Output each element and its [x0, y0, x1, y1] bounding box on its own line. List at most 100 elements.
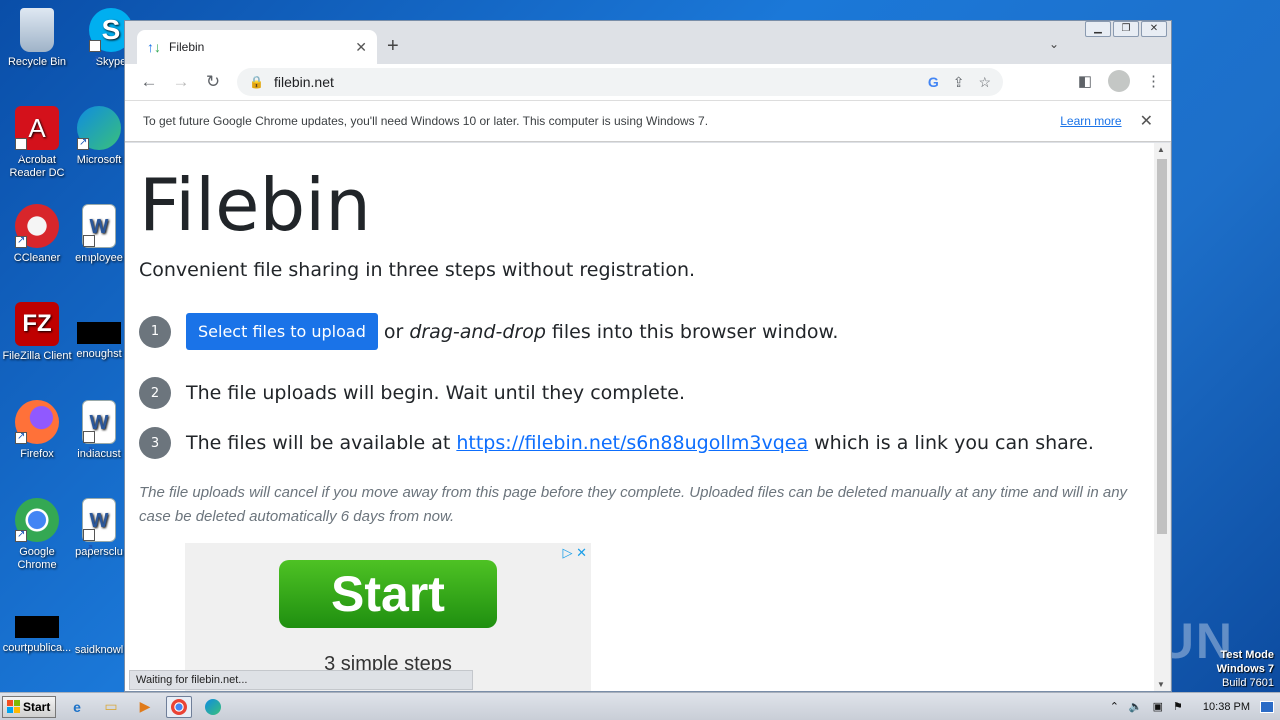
step-text: which is a link you can share.: [814, 432, 1094, 454]
close-window-button[interactable]: ✕: [1141, 21, 1167, 37]
infobar-message: To get future Google Chrome updates, you…: [143, 114, 709, 128]
step-text: or: [383, 320, 404, 343]
ccleaner-icon: [15, 204, 59, 248]
chrome-icon: [15, 498, 59, 542]
desktop-icon-chrome[interactable]: Google Chrome: [2, 498, 72, 572]
bookmark-star-icon[interactable]: ☆: [978, 74, 991, 91]
show-hidden-icons-chevron-icon[interactable]: ⌃: [1110, 700, 1119, 713]
profile-avatar-icon[interactable]: [1108, 70, 1130, 92]
restore-button[interactable]: ❐: [1113, 21, 1139, 37]
address-bar[interactable]: 🔒 filebin.net G ⇪ ☆: [237, 68, 1003, 96]
clock[interactable]: 10:38 PM: [1203, 701, 1250, 713]
test-mode-notice: Test Mode Windows 7 Build 7601: [1217, 648, 1274, 690]
lock-icon[interactable]: 🔒: [249, 75, 264, 89]
scrollbar-thumb[interactable]: [1157, 159, 1167, 534]
page-subtitle: Convenient file sharing in three steps w…: [139, 259, 696, 281]
share-icon[interactable]: ⇪: [953, 74, 965, 91]
close-tab-icon[interactable]: ✕: [355, 39, 367, 56]
advertisement[interactable]: ▷ ✕ Start 3 simple steps: [185, 543, 591, 691]
scroll-up-arrow-icon[interactable]: ▲: [1157, 145, 1165, 154]
step-1: 1 Select files to upload or drag-and-dro…: [139, 313, 838, 350]
step-number-badge: 3: [139, 427, 171, 459]
taskbar: Start e ▭ ▶ ⌃ 🔈 ▣ ⚑ 10:38 PM: [0, 692, 1280, 720]
desktop-icon-label: employee: [75, 252, 123, 264]
word-document-icon: W: [82, 400, 116, 473]
ad-start-button[interactable]: Start: [279, 560, 497, 628]
step-emphasis: drag-and-drop: [409, 320, 546, 343]
page-content: Filebin Convenient file sharing in three…: [125, 143, 1155, 691]
tab-title: Filebin: [169, 40, 205, 54]
browser-window: ▁ ❐ ✕ ↑↓ Filebin ✕ + ⌄ ← → ↻ 🔒 filebin.n…: [124, 20, 1172, 692]
adchoices-close-icon[interactable]: ▷ ✕: [562, 545, 587, 561]
desktop-icon-label: Skype: [95, 56, 127, 68]
black-file-icon: [77, 322, 121, 344]
share-link[interactable]: https://filebin.net/s6n88ugollm3vqea: [456, 432, 808, 454]
desktop-icon-courtpublica[interactable]: courtpublica...: [2, 596, 72, 655]
edge-icon: [77, 106, 121, 150]
vertical-scrollbar[interactable]: ▲ ▼: [1154, 143, 1170, 691]
scroll-down-arrow-icon[interactable]: ▼: [1157, 680, 1165, 689]
recycle-bin-icon: [20, 8, 54, 52]
upload-note: The file uploads will cancel if you move…: [139, 484, 1128, 525]
google-translate-icon[interactable]: G: [928, 74, 939, 90]
desktop-icon-label: Google Chrome: [17, 546, 57, 571]
status-bubble: Waiting for filebin.net...: [129, 670, 473, 690]
window-controls: ▁ ❐ ✕: [1085, 21, 1167, 37]
desktop-icon-label: indiacust: [77, 448, 121, 460]
show-desktop-button[interactable]: [1260, 700, 1274, 713]
build-line: Build 7601: [1222, 677, 1274, 689]
word-document-icon: W: [82, 204, 116, 277]
file-explorer-icon[interactable]: ▭: [98, 696, 124, 718]
tab-filebin[interactable]: ↑↓ Filebin ✕: [137, 30, 377, 64]
forward-button[interactable]: →: [165, 72, 197, 92]
step-3: 3 The files will be available at https:/…: [139, 427, 1094, 459]
black-file-icon: [15, 616, 59, 638]
system-tray: ⌃ 🔈 ▣ ⚑ 10:38 PM: [1110, 700, 1280, 713]
desktop-icon-label: Microsoft: [76, 154, 122, 166]
menu-kebab-icon[interactable]: ⋮: [1146, 72, 1161, 90]
learn-more-link[interactable]: Learn more: [1060, 114, 1121, 128]
filebin-favicon-icon: ↑↓: [147, 39, 161, 55]
step-text: The files will be available at: [186, 432, 451, 454]
blank-file-icon: [77, 596, 121, 640]
desktop-icon-label: papersclu: [75, 546, 123, 558]
firefox-icon: [15, 400, 59, 444]
tab-search-chevron-down-icon[interactable]: ⌄: [1049, 37, 1059, 51]
minimize-button[interactable]: ▁: [1085, 21, 1111, 37]
chrome-taskbar-icon[interactable]: [166, 695, 192, 718]
step-text: The file uploads will begin. Wait until …: [186, 382, 685, 404]
start-button[interactable]: Start: [2, 695, 56, 718]
filezilla-icon: FZ: [15, 302, 59, 346]
select-files-button[interactable]: Select files to upload: [186, 313, 378, 350]
close-infobar-icon[interactable]: ✕: [1140, 111, 1153, 131]
new-tab-button[interactable]: +: [387, 35, 399, 58]
desktop-icon-firefox[interactable]: Firefox: [2, 400, 72, 461]
desktop-icon-label: CCleaner: [13, 252, 61, 264]
step-number-badge: 1: [139, 315, 171, 348]
edge-taskbar-icon[interactable]: [200, 696, 226, 718]
step-2: 2 The file uploads will begin. Wait unti…: [139, 377, 685, 409]
back-button[interactable]: ←: [133, 72, 165, 92]
desktop-icon-label: Firefox: [20, 448, 54, 460]
test-mode-line: Test Mode: [1220, 649, 1274, 661]
desktop-icon-filezilla[interactable]: FZ FileZilla Client: [2, 302, 72, 363]
desktop-icon-acrobat[interactable]: A Acrobat Reader DC: [2, 106, 72, 180]
volume-icon[interactable]: 🔈: [1129, 700, 1143, 713]
browser-toolbar: ← → ↻ 🔒 filebin.net G ⇪ ☆ ◧ ⋮: [125, 64, 1171, 100]
media-player-icon[interactable]: ▶: [132, 696, 158, 718]
step-text: files into this browser window.: [551, 320, 839, 343]
windows-version-line: Windows 7: [1216, 663, 1274, 675]
acrobat-icon: A: [15, 106, 59, 180]
network-icon[interactable]: ▣: [1153, 700, 1163, 713]
desktop-icon-recycle-bin[interactable]: Recycle Bin: [2, 8, 72, 69]
step-number-badge: 2: [139, 377, 171, 409]
desktop-icon-ccleaner[interactable]: CCleaner: [2, 204, 72, 265]
desktop-icon-label: enoughst: [76, 348, 122, 360]
reload-button[interactable]: ↻: [197, 72, 229, 92]
side-panel-icon[interactable]: ◧: [1078, 72, 1092, 90]
update-infobar: To get future Google Chrome updates, you…: [125, 100, 1171, 142]
action-center-flag-icon[interactable]: ⚑: [1173, 700, 1183, 713]
page-title: Filebin: [139, 163, 371, 247]
internet-explorer-icon[interactable]: e: [64, 696, 90, 718]
address-text: filebin.net: [273, 74, 334, 90]
